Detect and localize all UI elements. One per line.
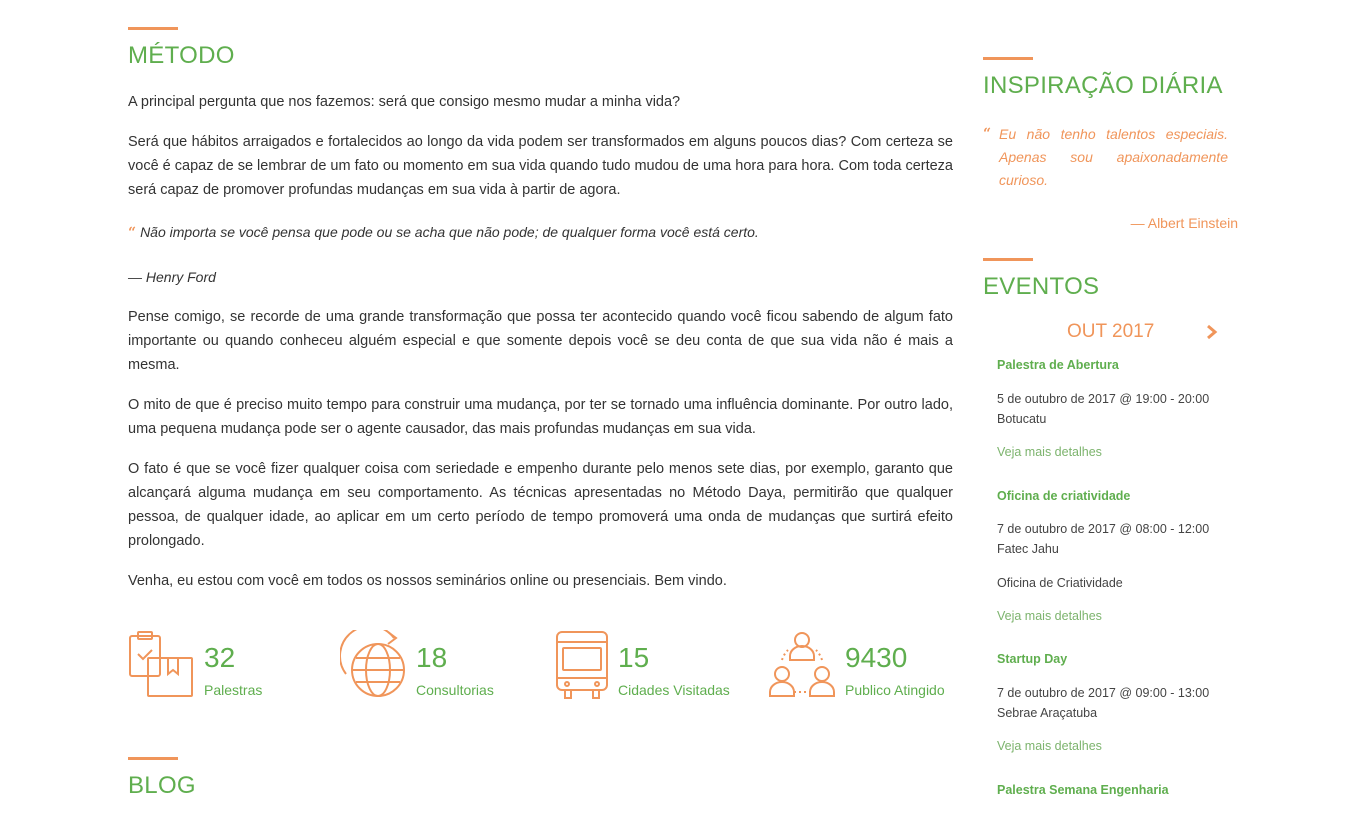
- metodo-paragraph: Pense comigo, se recorde de uma grande t…: [128, 309, 953, 373]
- event-date: 5 de outubro de 2017 @ 19:00 - 20:00: [997, 392, 1210, 406]
- clipboard-book-icon: [129, 631, 193, 697]
- metodo-heading: MÉTODO: [128, 42, 235, 69]
- event-title[interactable]: Palestra de Abertura: [997, 358, 1119, 372]
- metodo-quote-author: — Henry Ford: [128, 269, 216, 285]
- section-divider: [128, 757, 178, 760]
- stat-value: 18: [416, 642, 448, 673]
- event-date: 7 de outubro de 2017 @ 09:00 - 13:00: [997, 686, 1210, 700]
- metodo-quote-text: Não importa se você pensa que pode ou se…: [140, 224, 759, 240]
- metodo-quote: “Não importa se você pensa que pode ou s…: [128, 220, 953, 245]
- inspiracao-author: — Albert Einstein: [1130, 215, 1238, 231]
- stat-cidades: 15 Cidades Visitadas: [555, 630, 765, 705]
- stat-label: Palestras: [204, 682, 263, 698]
- inspiracao-quote-text: Eu não tenho talentos especiais. Apenas …: [999, 126, 1228, 188]
- blog-heading: BLOG: [128, 772, 196, 799]
- stat-label: Cidades Visitadas: [618, 682, 730, 698]
- stat-label: Consultorias: [416, 682, 494, 698]
- quote-mark-icon: “: [983, 126, 992, 142]
- event-title[interactable]: Oficina de criatividade: [997, 489, 1130, 503]
- bus-icon: [556, 631, 608, 699]
- stat-value: 9430: [845, 642, 908, 673]
- stat-value: 32: [204, 642, 236, 673]
- metodo-paragraph: O fato é que se você fizer qualquer cois…: [128, 461, 953, 549]
- inspiracao-heading: INSPIRAÇÃO DIÁRIA: [983, 72, 1223, 99]
- event-details-link[interactable]: Veja mais detalhes: [997, 609, 1102, 623]
- people-group-icon: [769, 632, 835, 697]
- stat-consultorias: 18 Consultorias: [340, 630, 540, 705]
- metodo-intro: A principal pergunta que nos fazemos: se…: [128, 94, 681, 110]
- inspiracao-quote: “ Eu não tenho talentos especiais. Apena…: [983, 123, 1228, 192]
- eventos-heading: EVENTOS: [983, 273, 1100, 300]
- section-divider: [983, 258, 1033, 261]
- calendar-month: OUT 2017: [1067, 321, 1155, 342]
- event-description: Oficina de Criatividade: [997, 576, 1123, 590]
- event-details-link[interactable]: Veja mais detalhes: [997, 445, 1102, 459]
- metodo-paragraph: O mito de que é preciso muito tempo para…: [128, 397, 953, 437]
- event-date: 7 de outubro de 2017 @ 08:00 - 12:00: [997, 522, 1210, 536]
- stat-publico: 9430 Publico Atingido: [768, 630, 958, 705]
- stat-label: Publico Atingido: [845, 682, 945, 698]
- metodo-content: A principal pergunta que nos fazemos: se…: [128, 90, 953, 593]
- event-place: Botucatu: [997, 412, 1047, 426]
- metodo-paragraph: Venha, eu estou com você em todos os nos…: [128, 573, 727, 589]
- event-details-link[interactable]: Veja mais detalhes: [997, 739, 1102, 753]
- event-title[interactable]: Palestra Semana Engenharia: [997, 783, 1169, 797]
- section-divider: [983, 57, 1033, 60]
- event-title[interactable]: Startup Day: [997, 652, 1067, 666]
- event-place: Fatec Jahu: [997, 542, 1059, 556]
- chevron-right-icon[interactable]: [1206, 324, 1218, 340]
- metodo-paragraph: Será que hábitos arraigados e fortalecid…: [128, 134, 953, 198]
- stat-value: 15: [618, 642, 650, 673]
- event-place: Sebrae Araçatuba: [997, 706, 1098, 720]
- globe-arrow-icon: [340, 630, 405, 697]
- stat-palestras: 32 Palestras: [128, 630, 328, 705]
- quote-mark-icon: “: [128, 225, 137, 241]
- section-divider: [128, 27, 178, 30]
